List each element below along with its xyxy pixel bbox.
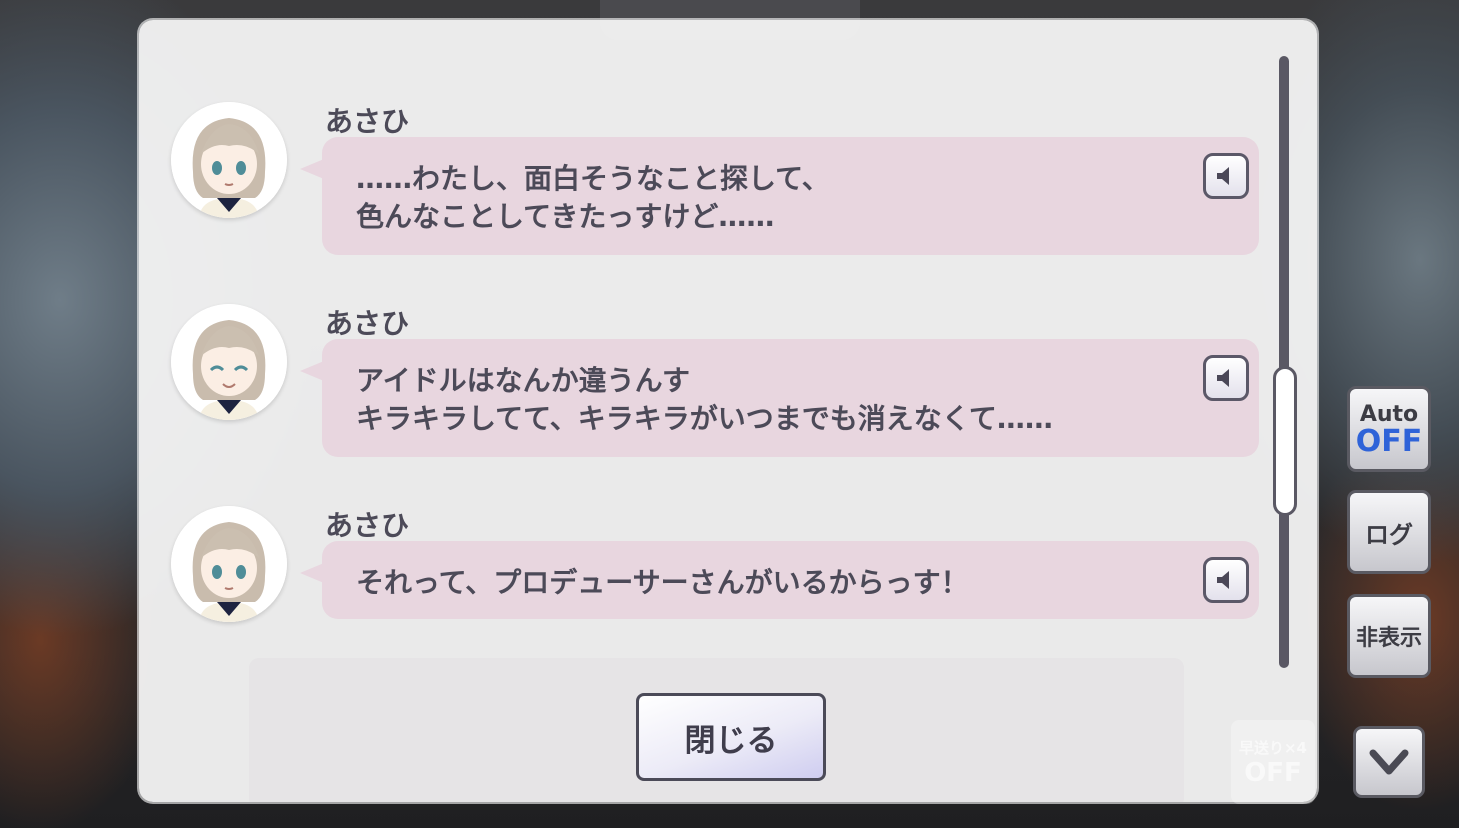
message-line: ……わたし、面白そうなこと探して、 xyxy=(356,162,830,195)
speaker-icon xyxy=(1217,167,1229,185)
message-line: それって、プロデューサーさんがいるからっす！ xyxy=(356,566,969,599)
auto-label: Auto xyxy=(1359,401,1419,427)
character-avatar xyxy=(171,304,287,420)
message-line: アイドルはなんか違うんす xyxy=(356,364,691,397)
hide-ui-button[interactable]: 非表示 xyxy=(1347,594,1431,678)
speaker-name: あさひ xyxy=(325,307,410,340)
log-label: ログ xyxy=(1365,520,1413,549)
message-line: キラキラしてて、キラキラがいつまでも消えなくて…… xyxy=(356,402,1053,435)
voice-replay-button[interactable] xyxy=(1203,355,1249,401)
scrollbar-thumb[interactable] xyxy=(1273,366,1297,516)
speaker-name: あさひ xyxy=(325,105,410,138)
chevron-down-icon xyxy=(1369,749,1409,775)
close-button[interactable]: 閉じる xyxy=(636,693,826,781)
log-entry: あさひ アイドルはなんか違うんす キラキラしてて、キラキラがいつまでも消えなくて… xyxy=(171,304,1261,464)
message-bubble: アイドルはなんか違うんす キラキラしてて、キラキラがいつまでも消えなくて…… xyxy=(300,339,1259,457)
character-avatar xyxy=(171,102,287,218)
hide-label: 非表示 xyxy=(1355,626,1422,651)
speaker-icon xyxy=(1217,571,1229,589)
message-bubble: それって、プロデューサーさんがいるからっす！ xyxy=(300,541,1259,619)
log-panel: あさひ ……わたし、面白そうなこと探して、 色んなことしてきたっすけど…… あさ… xyxy=(139,20,1317,802)
scrollbar-track[interactable] xyxy=(1279,56,1289,668)
fast-forward-state: OFF xyxy=(1244,757,1302,788)
message-bubble: ……わたし、面白そうなこと探して、 色んなことしてきたっすけど…… xyxy=(300,137,1259,255)
log-button[interactable]: ログ xyxy=(1347,490,1431,574)
auto-toggle-button[interactable]: Auto OFF xyxy=(1347,386,1431,472)
fast-forward-button[interactable]: 早送り×4 OFF xyxy=(1231,720,1315,804)
fast-forward-label: 早送り×4 xyxy=(1238,738,1307,757)
character-avatar xyxy=(171,506,287,622)
skip-button[interactable] xyxy=(1353,726,1425,798)
voice-replay-button[interactable] xyxy=(1203,153,1249,199)
log-entry: あさひ それって、プロデューサーさんがいるからっす！ xyxy=(171,506,1261,666)
auto-state: OFF xyxy=(1355,423,1423,459)
speaker-name: あさひ xyxy=(325,509,410,542)
voice-replay-button[interactable] xyxy=(1203,557,1249,603)
speaker-icon xyxy=(1217,369,1229,387)
log-entry: あさひ ……わたし、面白そうなこと探して、 色んなことしてきたっすけど…… xyxy=(171,102,1261,262)
message-line: 色んなことしてきたっすけど…… xyxy=(356,200,775,233)
